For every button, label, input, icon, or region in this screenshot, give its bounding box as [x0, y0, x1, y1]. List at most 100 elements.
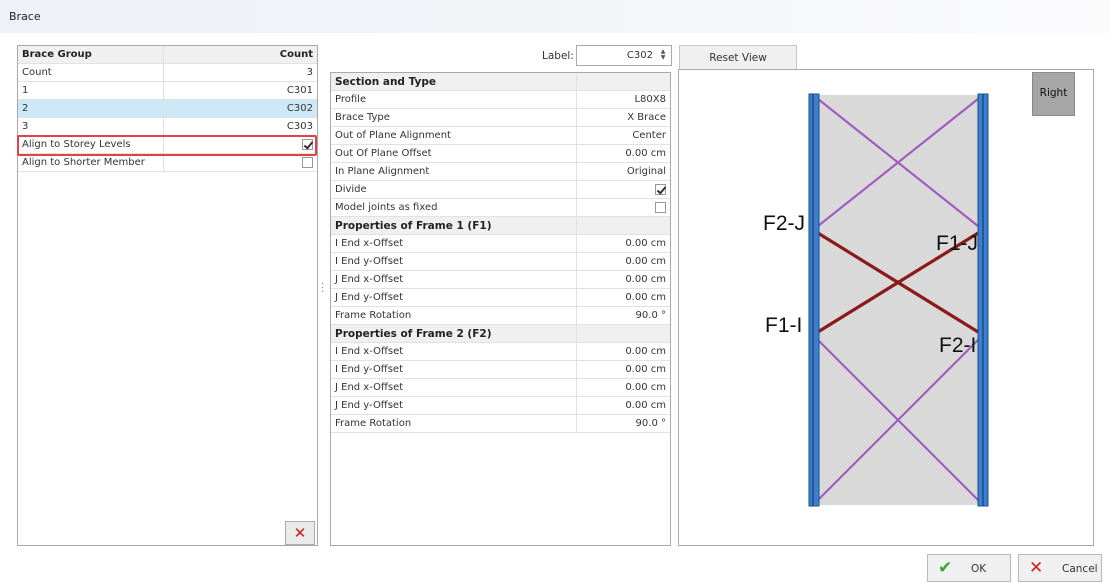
- property-row[interactable]: In Plane Alignment Original: [331, 162, 670, 181]
- property-row[interactable]: Profile L80X8: [331, 90, 670, 109]
- property-row[interactable]: Brace Type X Brace: [331, 108, 670, 127]
- property-row[interactable]: Model joints as fixed: [331, 198, 670, 217]
- property-name: Model joints as fixed: [331, 198, 577, 217]
- property-name: J End x-Offset: [331, 270, 577, 289]
- property-value[interactable]: Center: [576, 126, 670, 145]
- view-right-button[interactable]: Right: [1032, 72, 1075, 116]
- property-row[interactable]: I End y-Offset 0.00 cm: [331, 360, 670, 379]
- property-value[interactable]: Original: [576, 162, 670, 181]
- property-row[interactable]: I End x-Offset 0.00 cm: [331, 342, 670, 361]
- property-name: Profile: [331, 90, 577, 109]
- property-name: Out of Plane Alignment: [331, 126, 577, 145]
- highlight-box: [17, 135, 317, 156]
- x-icon: ✕: [1029, 558, 1044, 578]
- property-row[interactable]: Divide: [331, 180, 670, 199]
- property-name: J End x-Offset: [331, 378, 577, 397]
- property-row[interactable]: Frame Rotation 90.0 °: [331, 306, 670, 325]
- property-name: Out Of Plane Offset: [331, 144, 577, 163]
- label-f2i: F2-I: [939, 334, 976, 357]
- property-row[interactable]: Out Of Plane Offset 0.00 cm: [331, 144, 670, 163]
- ok-button[interactable]: ✔ OK: [927, 554, 1011, 582]
- label-caption: Label:: [542, 50, 574, 62]
- property-name: Divide: [331, 180, 577, 199]
- table-row[interactable]: Count 3: [18, 63, 317, 82]
- property-row[interactable]: Out of Plane Alignment Center: [331, 126, 670, 145]
- header-brace-group[interactable]: Brace Group: [18, 46, 164, 64]
- property-value[interactable]: 0.00 cm: [576, 252, 670, 271]
- property-value[interactable]: 0.00 cm: [576, 270, 670, 289]
- option-row-align-shorter[interactable]: Align to Shorter Member: [18, 153, 317, 172]
- reset-view-button[interactable]: Reset View: [679, 45, 797, 69]
- property-row[interactable]: Frame Rotation 90.0 °: [331, 414, 670, 433]
- label-value: C302: [626, 50, 653, 61]
- row-value: C302: [163, 99, 317, 118]
- property-name: I End y-Offset: [331, 360, 577, 379]
- option-label: Align to Shorter Member: [18, 153, 164, 172]
- fixed-joints-checkbox[interactable]: [655, 201, 666, 213]
- properties-table: Section and Type Profile L80X8 Brace Type…: [331, 73, 670, 433]
- row-value: C301: [163, 81, 317, 100]
- spinner[interactable]: ▲ ▼: [658, 49, 668, 62]
- cancel-button[interactable]: ✕ Cancel: [1018, 554, 1102, 582]
- row-name: Count: [18, 63, 164, 82]
- property-name: J End y-Offset: [331, 288, 577, 307]
- property-name: In Plane Alignment: [331, 162, 577, 181]
- check-icon: ✔: [938, 558, 953, 578]
- panel-background: [813, 95, 983, 505]
- header-count[interactable]: Count: [163, 46, 317, 64]
- table-header: Brace Group Count: [18, 46, 317, 64]
- property-value[interactable]: 0.00 cm: [576, 234, 670, 253]
- table-row[interactable]: 3 C303: [18, 117, 317, 136]
- category-header: Section and Type: [331, 73, 670, 91]
- viewer-panel[interactable]: F2-J F1-J F1-I F2-I: [678, 69, 1094, 546]
- title-bar: Brace: [0, 0, 1110, 33]
- property-value[interactable]: 0.00 cm: [576, 360, 670, 379]
- delete-button[interactable]: ✕: [285, 521, 315, 545]
- label-f2j: F2-J: [763, 212, 805, 235]
- property-value[interactable]: X Brace: [576, 108, 670, 127]
- label-input[interactable]: C302 ▲ ▼: [576, 45, 672, 66]
- property-name: J End y-Offset: [331, 396, 577, 415]
- divide-checkbox[interactable]: [655, 183, 666, 195]
- splitter-handle[interactable]: · · ·: [321, 280, 324, 298]
- property-value[interactable]: 0.00 cm: [576, 396, 670, 415]
- label-f1i: F1-I: [765, 314, 802, 337]
- property-name: Frame Rotation: [331, 414, 577, 433]
- row-value: C303: [163, 117, 317, 136]
- property-name: Frame Rotation: [331, 306, 577, 325]
- table-row[interactable]: 1 C301: [18, 81, 317, 100]
- property-row[interactable]: J End x-Offset 0.00 cm: [331, 270, 670, 289]
- row-name: 1: [18, 81, 164, 100]
- properties-panel: Section and Type Profile L80X8 Brace Type…: [330, 72, 671, 546]
- table-row-selected[interactable]: 2 C302: [18, 99, 317, 118]
- x-icon: ✕: [293, 524, 307, 542]
- category-title: Properties of Frame 2 (F2): [331, 324, 577, 343]
- property-value[interactable]: 0.00 cm: [576, 288, 670, 307]
- align-shorter-checkbox[interactable]: [302, 156, 313, 168]
- brace-elevation-drawing: F2-J F1-J F1-I F2-I: [763, 93, 989, 507]
- property-value[interactable]: 90.0 °: [576, 414, 670, 433]
- spin-down-icon[interactable]: ▼: [658, 55, 668, 61]
- property-name: I End y-Offset: [331, 252, 577, 271]
- property-name: I End x-Offset: [331, 234, 577, 253]
- category-title: Section and Type: [331, 73, 577, 91]
- property-row[interactable]: I End x-Offset 0.00 cm: [331, 234, 670, 253]
- brace-group-panel: Brace Group Count Count 3 1 C301 2 C302 …: [17, 45, 318, 546]
- property-value[interactable]: 0.00 cm: [576, 378, 670, 397]
- property-row[interactable]: I End y-Offset 0.00 cm: [331, 252, 670, 271]
- label-f1j: F1-J: [936, 232, 978, 255]
- cancel-label: Cancel: [1062, 563, 1098, 575]
- category-header: Properties of Frame 1 (F1): [331, 216, 670, 235]
- ok-label: OK: [971, 563, 987, 575]
- property-row[interactable]: J End y-Offset 0.00 cm: [331, 396, 670, 415]
- property-value[interactable]: L80X8: [576, 90, 670, 109]
- property-value[interactable]: 0.00 cm: [576, 342, 670, 361]
- property-name: I End x-Offset: [331, 342, 577, 361]
- property-row[interactable]: J End x-Offset 0.00 cm: [331, 378, 670, 397]
- window-title: Brace: [9, 10, 41, 23]
- property-row[interactable]: J End y-Offset 0.00 cm: [331, 288, 670, 307]
- property-value[interactable]: 90.0 °: [576, 306, 670, 325]
- row-value: 3: [163, 63, 317, 82]
- row-name: 2: [18, 99, 164, 118]
- property-value[interactable]: 0.00 cm: [576, 144, 670, 163]
